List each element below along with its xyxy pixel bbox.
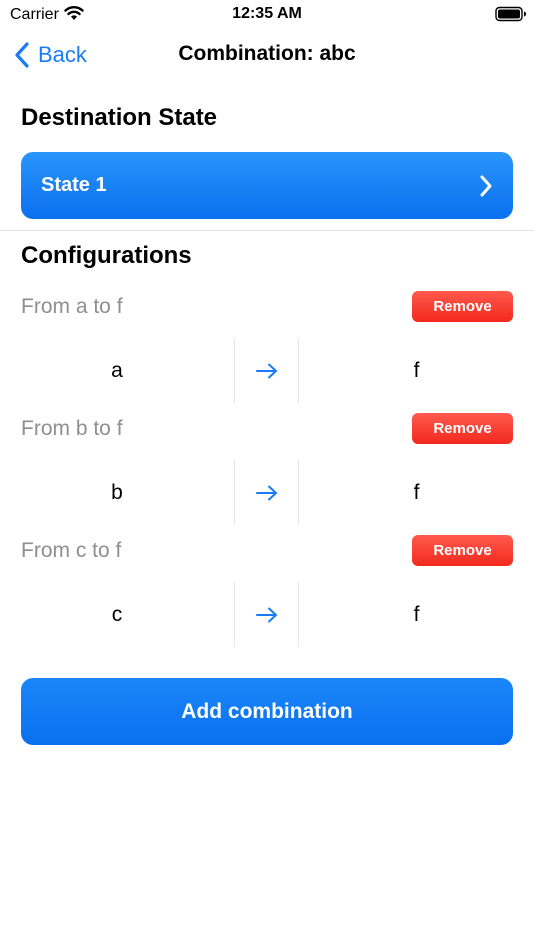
from-state-cell[interactable]: c (0, 582, 234, 647)
remove-button[interactable]: Remove (412, 535, 513, 566)
configuration-label: From a to f (21, 295, 123, 318)
arrow-right-icon (255, 363, 277, 378)
nav-bar: Back Combination: abc (0, 30, 534, 80)
configuration-label: From c to f (21, 539, 122, 562)
arrow-cell (234, 582, 299, 647)
configurations-section-title: Configurations (21, 242, 192, 269)
from-state-cell[interactable]: b (0, 460, 234, 525)
destination-state-label: State 1 (41, 174, 107, 196)
to-state-cell[interactable]: f (299, 338, 534, 403)
clock: 12:35 AM (232, 5, 302, 22)
page-title: Combination: abc (178, 42, 356, 65)
configuration-label: From b to f (21, 417, 123, 440)
arrow-cell (234, 460, 299, 525)
battery-icon (495, 6, 526, 22)
arrow-right-icon (255, 607, 277, 622)
arrow-right-icon (255, 485, 277, 500)
configuration-item: From c to f Remove c f (0, 535, 534, 653)
destination-section-title: Destination State (21, 104, 218, 131)
configuration-item: From b to f Remove b f (0, 413, 534, 531)
to-state-cell[interactable]: f (299, 582, 534, 647)
arrow-cell (234, 338, 299, 403)
to-state-cell[interactable]: f (299, 460, 534, 525)
from-state-cell[interactable]: a (0, 338, 234, 403)
configuration-item: From a to f Remove a f (0, 291, 534, 409)
configuration-row: a f (0, 338, 534, 403)
section-divider (0, 230, 534, 231)
remove-button[interactable]: Remove (412, 291, 513, 322)
status-bar: Carrier 12:35 AM (0, 0, 534, 30)
add-combination-button[interactable]: Add combination (21, 678, 513, 745)
configuration-row: c f (0, 582, 534, 647)
chevron-right-icon (480, 175, 492, 196)
configuration-row: b f (0, 460, 534, 525)
destination-state-button[interactable]: State 1 (21, 152, 513, 219)
remove-button[interactable]: Remove (412, 413, 513, 444)
